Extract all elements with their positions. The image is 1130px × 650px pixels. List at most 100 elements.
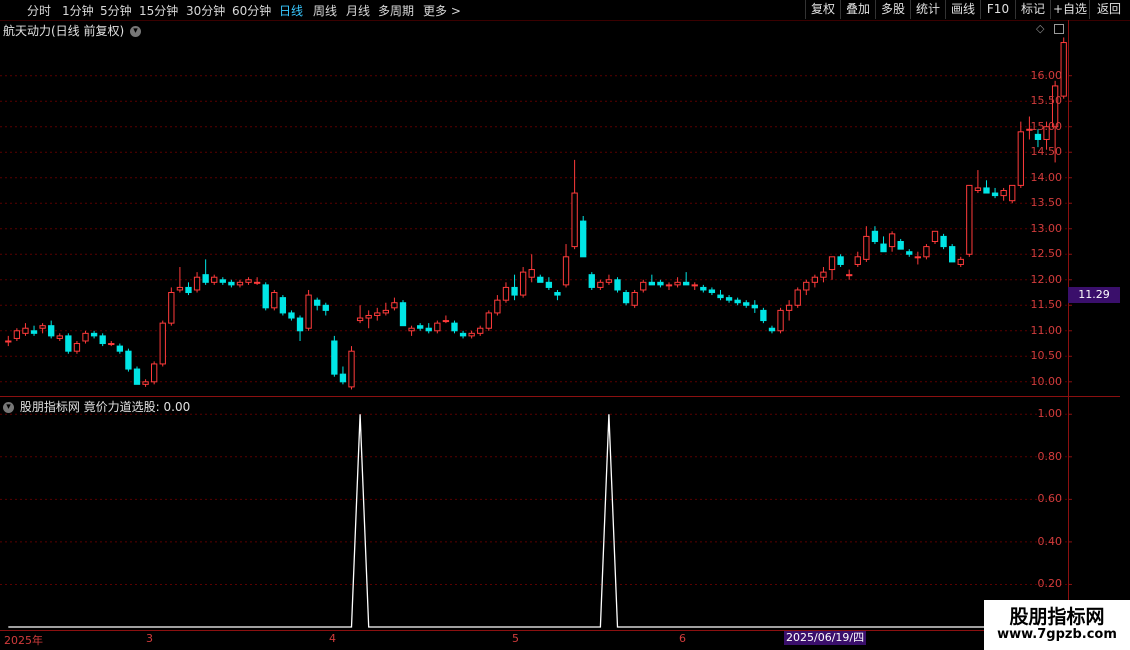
price-tick-label: 15.50 — [1030, 94, 1063, 108]
candle — [245, 277, 252, 285]
current-price-label: 11.29 — [1068, 287, 1120, 303]
chevron-down-icon[interactable]: ▾ — [130, 26, 142, 37]
candle-body — [794, 289, 801, 306]
candle — [314, 297, 321, 311]
candle-body — [1000, 189, 1007, 197]
panel-toggle-icon[interactable] — [1054, 24, 1064, 34]
candle-body — [99, 335, 106, 345]
tab-daily[interactable]: 日线 — [279, 2, 303, 19]
stock-title: 航天动力(日线 前复权) — [3, 24, 125, 38]
candle — [477, 325, 484, 336]
candle — [794, 287, 801, 308]
candle-body — [417, 325, 424, 329]
candle — [399, 300, 407, 327]
statistics-button[interactable]: 统计 — [910, 0, 945, 19]
draw-line-button[interactable]: 画线 — [945, 0, 980, 19]
candle — [837, 254, 844, 268]
price-tick-label: 16.00 — [1030, 68, 1063, 82]
candle — [519, 267, 527, 298]
candle — [451, 320, 458, 334]
candle-body — [983, 187, 990, 194]
tab-fenshi[interactable]: 分时 — [27, 2, 51, 19]
candle — [65, 333, 72, 354]
tab-15min[interactable]: 15分钟 — [139, 2, 178, 19]
date-label: 2025年 — [4, 634, 43, 647]
candle — [983, 180, 990, 194]
candle-body — [108, 343, 115, 346]
candle-body — [185, 286, 192, 294]
tab-5min[interactable]: 5分钟 — [100, 2, 132, 19]
add-favorite-button[interactable]: +自选 — [1050, 0, 1089, 19]
candle — [528, 254, 535, 283]
diamond-icon[interactable]: ◇ — [1036, 22, 1044, 35]
candle-body — [142, 381, 149, 385]
candle-body — [253, 281, 261, 284]
overlay-button[interactable]: 叠加 — [840, 0, 875, 19]
candle — [854, 251, 861, 268]
tab-monthly[interactable]: 月线 — [346, 2, 370, 19]
candle — [554, 289, 561, 301]
candle — [176, 267, 184, 293]
candle — [13, 328, 21, 341]
candle-body — [382, 309, 389, 314]
candle — [743, 300, 750, 308]
candle-body — [528, 269, 535, 278]
candle-body — [434, 322, 441, 332]
candle-body — [871, 230, 879, 243]
candle — [356, 305, 364, 324]
tab-weekly[interactable]: 周线 — [313, 2, 337, 19]
candle — [768, 325, 776, 334]
candle-body — [442, 320, 450, 323]
indicator-tick-label: 0.80 — [1037, 449, 1063, 463]
price-tick-label: 14.00 — [1030, 170, 1063, 184]
candle — [99, 333, 106, 347]
candle-body — [399, 302, 407, 327]
candle-body — [271, 292, 278, 309]
candle-body — [854, 256, 861, 265]
tab-multi-period[interactable]: 多周期 — [378, 2, 414, 19]
candle — [545, 277, 553, 290]
back-button[interactable]: 返回 — [1089, 0, 1128, 19]
candle — [168, 287, 175, 326]
tab-60min[interactable]: 60分钟 — [232, 2, 271, 19]
candle — [116, 343, 123, 354]
chevron-down-icon[interactable]: ▾ — [3, 402, 14, 413]
tab-1min[interactable]: 1分钟 — [62, 2, 94, 19]
candle — [940, 233, 947, 250]
candle — [108, 340, 115, 347]
candle-body — [356, 317, 364, 322]
candle — [562, 244, 570, 288]
price-tick-label: 15.00 — [1030, 119, 1063, 133]
candle — [888, 231, 896, 252]
candle — [125, 348, 132, 372]
fuquan-button[interactable]: 复权 — [805, 0, 840, 19]
candle-body — [906, 251, 913, 255]
price-tick-label: 11.50 — [1030, 298, 1063, 312]
kline-chart[interactable] — [0, 0, 1130, 650]
candle — [906, 249, 913, 257]
candle — [648, 274, 655, 286]
candle-body — [562, 256, 570, 286]
candle — [159, 320, 166, 367]
date-label: 6 — [679, 632, 686, 645]
candle-body — [305, 294, 312, 329]
price-tick-label: 12.00 — [1030, 272, 1063, 286]
candle — [236, 279, 244, 288]
mark-button[interactable]: 标记 — [1015, 0, 1050, 19]
candle-body — [494, 299, 501, 314]
candle — [871, 226, 879, 245]
f10-button[interactable]: F10 — [980, 0, 1015, 19]
candle — [185, 282, 192, 296]
candle-body — [168, 292, 175, 324]
tab-30min[interactable]: 30分钟 — [186, 2, 225, 19]
candle-body — [828, 256, 836, 271]
candle — [820, 267, 827, 283]
candle — [296, 315, 304, 341]
candle-body — [408, 327, 415, 332]
candle — [725, 295, 733, 303]
candle — [1017, 121, 1024, 188]
candle-body — [236, 281, 244, 286]
multi-stock-button[interactable]: 多股 — [875, 0, 910, 19]
candle — [511, 274, 518, 301]
tab-more[interactable]: 更多 > — [423, 2, 461, 19]
